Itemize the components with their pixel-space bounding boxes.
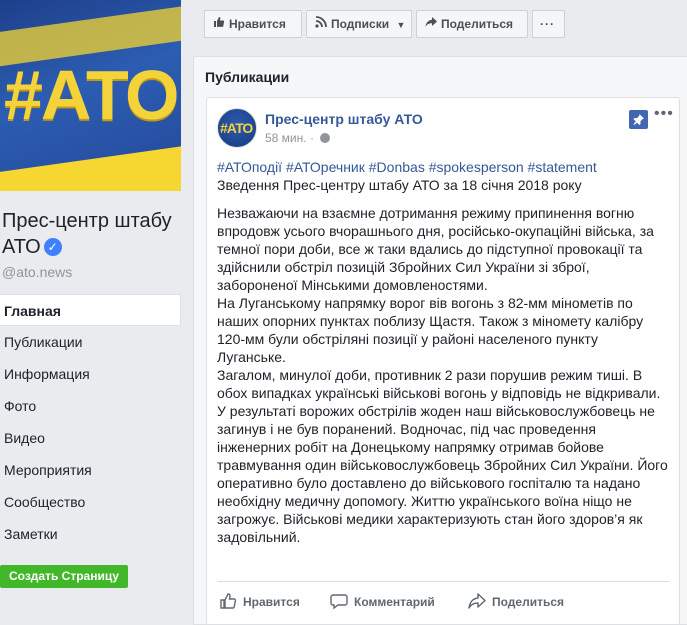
nav-item-posts[interactable]: Публикации	[0, 326, 181, 358]
page-navigation: Главная Публикации Информация Фото Видео…	[0, 294, 181, 550]
like-page-label: Нравится	[229, 17, 286, 31]
share-page-label: Поделиться	[441, 17, 514, 31]
post-like-label: Нравится	[243, 595, 300, 609]
share-arrow-icon	[425, 11, 437, 37]
post-share-label: Поделиться	[492, 595, 565, 609]
post-author-link[interactable]: Прес-центр штабу АТО	[265, 111, 423, 127]
pin-icon	[629, 110, 648, 129]
cover-flag-stripe	[0, 141, 181, 191]
posts-section-title: Публикации	[205, 69, 290, 85]
nav-item-community[interactable]: Сообщество	[0, 486, 181, 518]
post-text: Незважаючи на взаємне дотримання режиму …	[217, 204, 669, 546]
post-card: #АТО Прес-центр штабу АТО 58 мин. · ••• …	[206, 97, 680, 625]
left-column: #АТО Прес-центр штабу АТО ✓ @ato.news Гла…	[0, 0, 190, 625]
like-page-button[interactable]: Нравится	[204, 10, 302, 38]
nav-item-videos[interactable]: Видео	[0, 422, 181, 454]
share-page-button[interactable]: Поделиться	[416, 10, 528, 38]
comment-icon	[330, 594, 348, 610]
create-page-button[interactable]: Создать Страницу	[0, 565, 128, 588]
time-separator: ·	[309, 131, 314, 145]
globe-icon	[320, 133, 331, 143]
thumbs-up-icon	[220, 593, 237, 609]
rss-icon	[315, 11, 327, 37]
subscribe-button[interactable]: Подписки ▼	[306, 10, 412, 38]
more-options-button[interactable]: ···	[532, 10, 565, 38]
page-name[interactable]: Прес-центр штабу АТО ✓	[2, 208, 187, 260]
post-options-button[interactable]: •••	[654, 105, 674, 123]
post-timestamp[interactable]: 58 мин. ·	[265, 131, 331, 145]
page-name-text[interactable]: Прес-центр штабу АТО	[2, 210, 172, 258]
post-comment-button[interactable]: Комментарий	[330, 590, 435, 614]
thumbs-up-icon	[213, 11, 225, 37]
verified-badge-icon: ✓	[43, 238, 62, 256]
avatar[interactable]: #АТО	[217, 108, 257, 148]
subscribe-label: Подписки	[331, 17, 390, 31]
post-heading: Зведення Прес-центру штабу АТО за 18 січ…	[217, 177, 582, 193]
page-cover-photo[interactable]: #АТО	[0, 0, 181, 191]
post-action-bar: Нравится Комментарий Поделиться	[217, 590, 669, 614]
post-share-button[interactable]: Поделиться	[468, 590, 564, 614]
post-body: #АТОподії #АТОречник #Donbas #spokespers…	[217, 158, 669, 546]
share-arrow-icon	[468, 593, 486, 609]
post-divider	[217, 581, 669, 582]
nav-item-events[interactable]: Мероприятия	[0, 454, 181, 486]
nav-item-notes[interactable]: Заметки	[0, 518, 181, 550]
nav-item-home[interactable]: Главная	[0, 294, 181, 326]
cover-logo-text: #АТО	[4, 56, 179, 134]
post-like-button[interactable]: Нравится	[219, 590, 300, 614]
chevron-down-icon: ▼	[396, 20, 406, 30]
post-paragraph: Незважаючи на взаємне дотримання режиму …	[217, 205, 654, 293]
nav-item-about[interactable]: Информация	[0, 358, 181, 390]
avatar-logo-text: #АТО	[220, 120, 253, 136]
page-handle[interactable]: @ato.news	[2, 264, 72, 280]
post-paragraph: На Луганському напрямку ворог вів вогонь…	[217, 295, 644, 365]
post-hashtags[interactable]: #АТОподії #АТОречник #Donbas #spokespers…	[217, 158, 669, 176]
post-comment-label: Комментарий	[354, 595, 435, 609]
nav-item-photos[interactable]: Фото	[0, 390, 181, 422]
post-paragraph: Загалом, минулої доби, противник 2 рази …	[217, 367, 668, 545]
post-time-text[interactable]: 58 мин.	[265, 131, 307, 145]
